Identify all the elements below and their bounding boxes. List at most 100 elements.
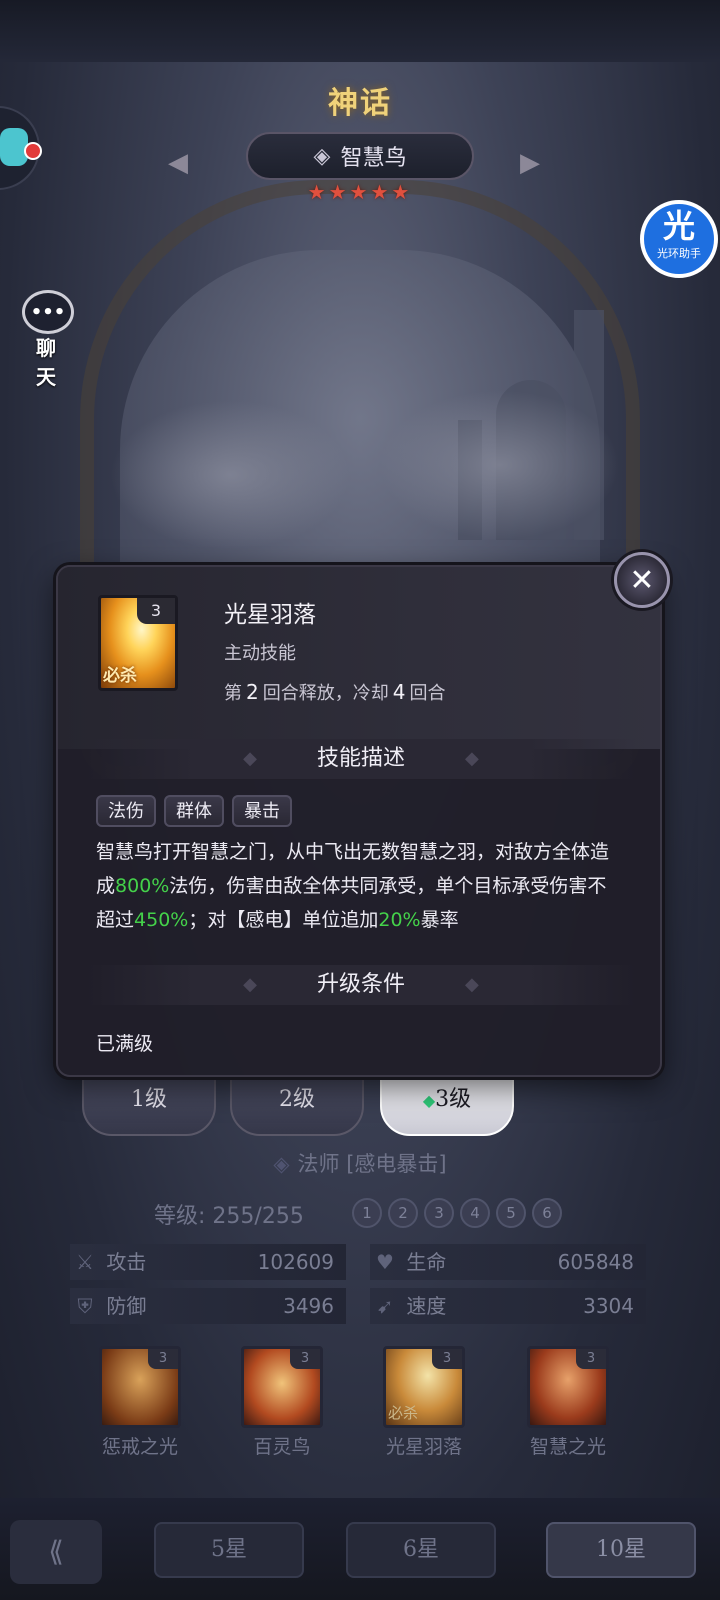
helper-glyph: 光 <box>662 207 695 245</box>
description-heading: ◆ 技能描述 ◆ <box>86 739 636 779</box>
skill-card-image: 3 <box>99 1346 181 1428</box>
heart-icon: ♥ <box>376 1250 394 1274</box>
rarity-label: 神话 <box>328 86 392 121</box>
wing-left <box>110 400 350 550</box>
desc-highlight: 20% <box>378 909 421 931</box>
upgrade-status: 已满级 <box>96 1033 154 1055</box>
boot-icon: ➹ <box>376 1294 394 1318</box>
stat-defense-value: 3496 <box>283 1294 334 1318</box>
wing-right <box>380 390 620 540</box>
skill-tag: 群体 <box>164 795 224 827</box>
level-value: 255/255 <box>212 1204 304 1229</box>
skill-card-ult-badge: 必杀 <box>388 1404 419 1422</box>
timing-prefix: 第 <box>224 683 242 704</box>
skill-level-badge: 3 <box>137 598 175 624</box>
skill-timing: 第 2 回合释放，冷却 4 回合 <box>224 679 445 705</box>
skill-card-name: 惩戒之光 <box>101 1436 178 1458</box>
prev-hero-arrow-icon[interactable]: ◀ <box>168 148 188 178</box>
desc-text: ；对【感电】单位追加 <box>188 909 379 931</box>
timing-cooldown: 4 <box>392 680 406 704</box>
description-heading-text: 技能描述 <box>316 746 405 771</box>
grade-tab-3[interactable]: ◆3级 <box>380 1076 514 1136</box>
level-display: 等级: 255/255 <box>154 1198 304 1230</box>
skill-card[interactable]: 3 必杀 光星羽落 <box>374 1346 474 1459</box>
level-stage-dots: 1 2 3 4 5 6 <box>352 1198 562 1228</box>
chat-button[interactable]: ••• 聊 天 <box>20 290 76 389</box>
level-dot: 3 <box>424 1198 454 1228</box>
hero-name: 智慧鸟 <box>340 146 407 171</box>
ornament-right-icon: ◆ <box>465 974 479 995</box>
shield-icon: ⛨ <box>77 1294 93 1318</box>
skill-card-image: 3 <box>527 1346 609 1428</box>
skill-detail-popup: 3 必杀 光星羽落 主动技能 第 2 回合释放，冷却 4 回合 ◆ 技能描述 ◆ 法伤 群体… <box>56 565 662 1077</box>
notification-dot <box>24 142 42 160</box>
level-dot: 2 <box>388 1198 418 1228</box>
level-dot: 6 <box>532 1198 562 1228</box>
grade-tab-2[interactable]: 2级 <box>230 1076 364 1136</box>
star-tab-6[interactable]: 6星 <box>346 1522 496 1578</box>
level-dot: 4 <box>460 1198 490 1228</box>
hero-name-plate: ◈ 智慧鸟 <box>246 132 474 180</box>
desc-highlight: 450% <box>134 909 189 931</box>
next-hero-arrow-icon[interactable]: ▶ <box>520 148 540 178</box>
upgrade-heading-text: 升级条件 <box>316 972 405 997</box>
skill-card[interactable]: 3 惩戒之光 <box>90 1346 190 1459</box>
skill-title: 光星羽落 <box>224 602 316 628</box>
level-label: 等级: <box>154 1204 206 1229</box>
star-tab-5[interactable]: 5星 <box>154 1522 304 1578</box>
stat-speed-value: 3304 <box>583 1294 634 1318</box>
skill-card-level: 3 <box>432 1349 462 1369</box>
helper-label: 光环助手 <box>657 247 701 260</box>
skill-description: 智慧鸟打开智慧之门，从中飞出无数智慧之羽，对敌方全体造成800%法伤，伤害由敌全… <box>96 835 616 937</box>
helper-button[interactable]: 光 光环助手 <box>640 200 718 278</box>
desc-text: 暴率 <box>420 909 459 931</box>
skill-type: 主动技能 <box>224 643 296 664</box>
stat-attack-value: 102609 <box>257 1250 334 1274</box>
timing-round: 2 <box>246 680 259 704</box>
timing-mid: 回合释放，冷却 <box>262 683 389 704</box>
stat-defense-label: 防御 <box>106 1294 147 1318</box>
stat-defense: ⛨ 防御 3496 <box>70 1288 346 1324</box>
star-tab-10[interactable]: 10星 <box>546 1522 696 1578</box>
skill-card-name: 智慧之光 <box>529 1436 606 1458</box>
skill-card-image: 3 <box>241 1346 323 1428</box>
chat-bubble-icon: ••• <box>22 290 74 334</box>
skill-card-image: 3 必杀 <box>383 1346 465 1428</box>
top-shade <box>0 0 720 62</box>
skill-tag: 法伤 <box>96 795 156 827</box>
hero-stars: ★★★★★ <box>307 180 413 204</box>
desc-highlight: 800% <box>115 875 170 897</box>
skill-card[interactable]: 3 智慧之光 <box>518 1346 618 1459</box>
close-popup-button[interactable]: ✕ <box>614 552 670 608</box>
grade-tab-3-label: 3级 <box>435 1087 472 1112</box>
grade-tab-1[interactable]: 1级 <box>82 1076 216 1136</box>
ultimate-badge: 必杀 <box>103 666 137 686</box>
back-arrow-icon: ⟪ <box>48 1535 64 1568</box>
sword-icon: ⚔ <box>76 1250 94 1274</box>
role-diamond-icon: ◈ <box>273 1152 290 1176</box>
skill-card[interactable]: 3 百灵鸟 <box>232 1346 332 1459</box>
skill-tag: 暴击 <box>232 795 292 827</box>
ornament-right-icon: ◆ <box>465 748 479 769</box>
stat-attack-label: 攻击 <box>106 1250 147 1274</box>
stat-speed-label: 速度 <box>406 1294 447 1318</box>
skill-icon: 3 必杀 <box>98 595 178 691</box>
skill-card-level: 3 <box>148 1349 178 1369</box>
close-icon: ✕ <box>629 562 655 598</box>
chat-label: 聊 天 <box>36 336 60 389</box>
level-dot: 5 <box>496 1198 526 1228</box>
timing-suffix: 回合 <box>409 683 446 704</box>
skill-card-level: 3 <box>290 1349 320 1369</box>
skill-card-name: 百灵鸟 <box>253 1436 311 1458</box>
upgrade-heading: ◆ 升级条件 ◆ <box>86 965 636 1005</box>
stat-attack: ⚔ 攻击 102609 <box>70 1244 346 1280</box>
skill-card-name: 光星羽落 <box>385 1436 462 1458</box>
stat-hp: ♥ 生命 605848 <box>370 1244 646 1280</box>
level-dot: 1 <box>352 1198 382 1228</box>
class-diamond-icon: ◈ <box>313 143 331 169</box>
skill-card-level: 3 <box>576 1349 606 1369</box>
stat-speed: ➹ 速度 3304 <box>370 1288 646 1324</box>
ornament-left-icon: ◆ <box>243 748 257 769</box>
back-button[interactable]: ⟪ <box>10 1520 102 1584</box>
stat-hp-value: 605848 <box>557 1250 634 1274</box>
